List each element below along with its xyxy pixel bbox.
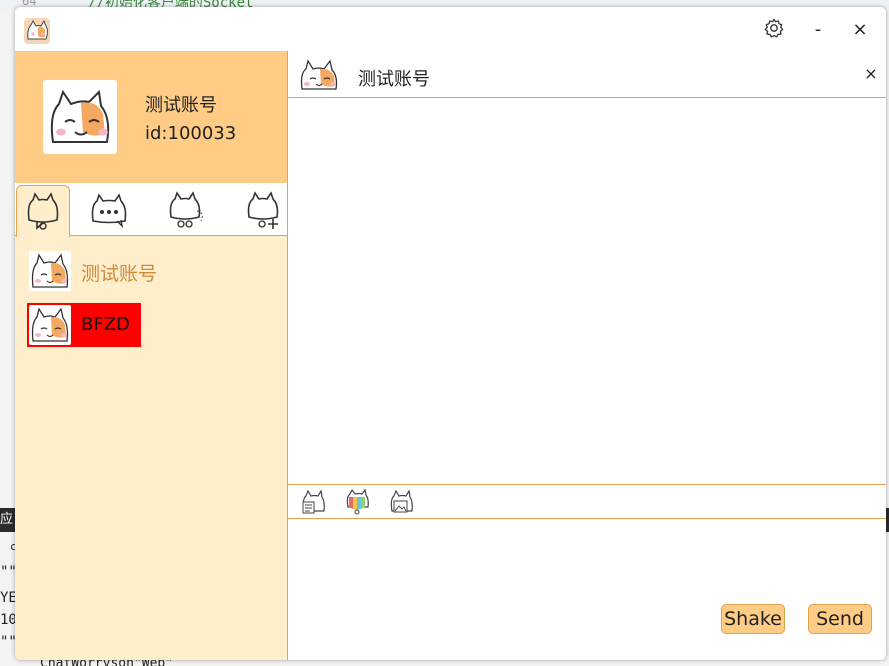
cat-message-icon (91, 193, 127, 229)
list-item[interactable]: BFZD (27, 303, 141, 347)
chat-title: 测试账号 (358, 69, 430, 90)
title-bar[interactable]: - × (15, 7, 886, 51)
send-file-button[interactable] (300, 489, 328, 515)
cat-color-icon (346, 488, 369, 515)
color-button[interactable] (344, 488, 372, 515)
cat-chat-icon (27, 192, 59, 230)
chat-app-window: - × 测试账号 id:100033 测试账号 BFZD 测试账号 × Shak… (15, 7, 886, 660)
gear-icon (764, 18, 784, 38)
profile-id: id:100033 (145, 123, 237, 144)
cat-avatar-icon (300, 59, 338, 90)
tab-messages[interactable] (81, 185, 133, 235)
avatar (29, 251, 71, 291)
cat-group-icon (169, 191, 203, 228)
avatar[interactable] (43, 80, 117, 154)
list-item[interactable]: 测试账号 (27, 249, 227, 293)
editor-panel-tab: 应 (0, 508, 16, 532)
chat-header: 测试账号 × (288, 51, 886, 98)
chat-toolbar (288, 484, 886, 519)
cat-avatar-icon (50, 89, 110, 143)
avatar (29, 305, 71, 345)
contact-name: 测试账号 (81, 263, 158, 285)
close-chat-button[interactable]: × (856, 61, 886, 87)
profile-card: 测试账号 id:100033 (15, 51, 287, 183)
cat-file-icon (302, 489, 325, 514)
cat-avatar-icon (31, 253, 69, 288)
message-input[interactable] (288, 519, 886, 660)
send-button[interactable]: Send (808, 604, 872, 634)
cat-avatar-icon (31, 307, 69, 342)
app-logo-icon (24, 18, 50, 44)
tab-add-friend[interactable] (237, 185, 289, 235)
sidebar-tabs (15, 183, 289, 237)
contact-name: BFZD (81, 314, 130, 335)
chat-panel: 测试账号 × Shake Send (288, 51, 886, 660)
settings-button[interactable] (759, 17, 789, 43)
message-area[interactable] (288, 98, 886, 484)
close-button[interactable]: × (845, 17, 875, 43)
cat-add-friend-icon (247, 191, 279, 229)
cat-image-icon (390, 489, 413, 513)
send-image-button[interactable] (388, 489, 416, 515)
sidebar: 测试账号 id:100033 测试账号 BFZD (15, 51, 288, 660)
profile-name: 测试账号 (145, 95, 217, 116)
tab-groups[interactable] (159, 185, 211, 235)
minimize-button[interactable]: - (803, 17, 833, 43)
shake-button[interactable]: Shake (721, 604, 785, 634)
tab-chats[interactable] (16, 185, 70, 237)
